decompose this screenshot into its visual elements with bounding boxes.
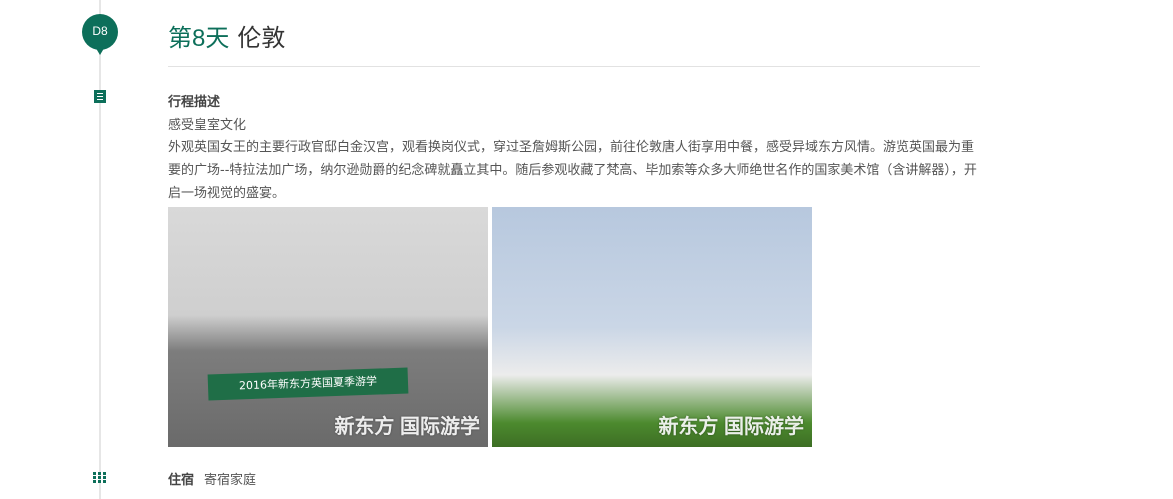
building-icon xyxy=(93,472,106,483)
timeline-line xyxy=(99,0,101,499)
day-city: 伦敦 xyxy=(237,25,286,52)
divider xyxy=(168,66,980,67)
photo-watermark: 新东方 国际游学 xyxy=(658,416,804,438)
document-icon xyxy=(94,90,106,103)
day-badge: D8 xyxy=(82,14,118,55)
photo-trafalgar-square: 2016年新东方英国夏季游学 新东方 国际游学 xyxy=(168,207,488,447)
day-number: 第8天 xyxy=(168,25,230,52)
stay-label: 住宿 xyxy=(168,473,195,488)
photo-watermark: 新东方 国际游学 xyxy=(334,416,480,438)
group-banner: 2016年新东方英国夏季游学 xyxy=(207,367,409,401)
stay-value: 寄宿家庭 xyxy=(204,473,257,488)
itinerary-label: 行程描述 xyxy=(168,95,221,110)
itinerary-description: 外观英国女王的主要行政官邸白金汉宫，观看换岗仪式，穿过圣詹姆斯公园，前往伦敦唐人… xyxy=(168,140,977,201)
itinerary-subtitle: 感受皇室文化 xyxy=(168,118,247,133)
photo-st-pauls-cathedral: 新东方 国际游学 xyxy=(492,207,812,447)
day-title: 第8天 伦敦 xyxy=(168,18,285,53)
